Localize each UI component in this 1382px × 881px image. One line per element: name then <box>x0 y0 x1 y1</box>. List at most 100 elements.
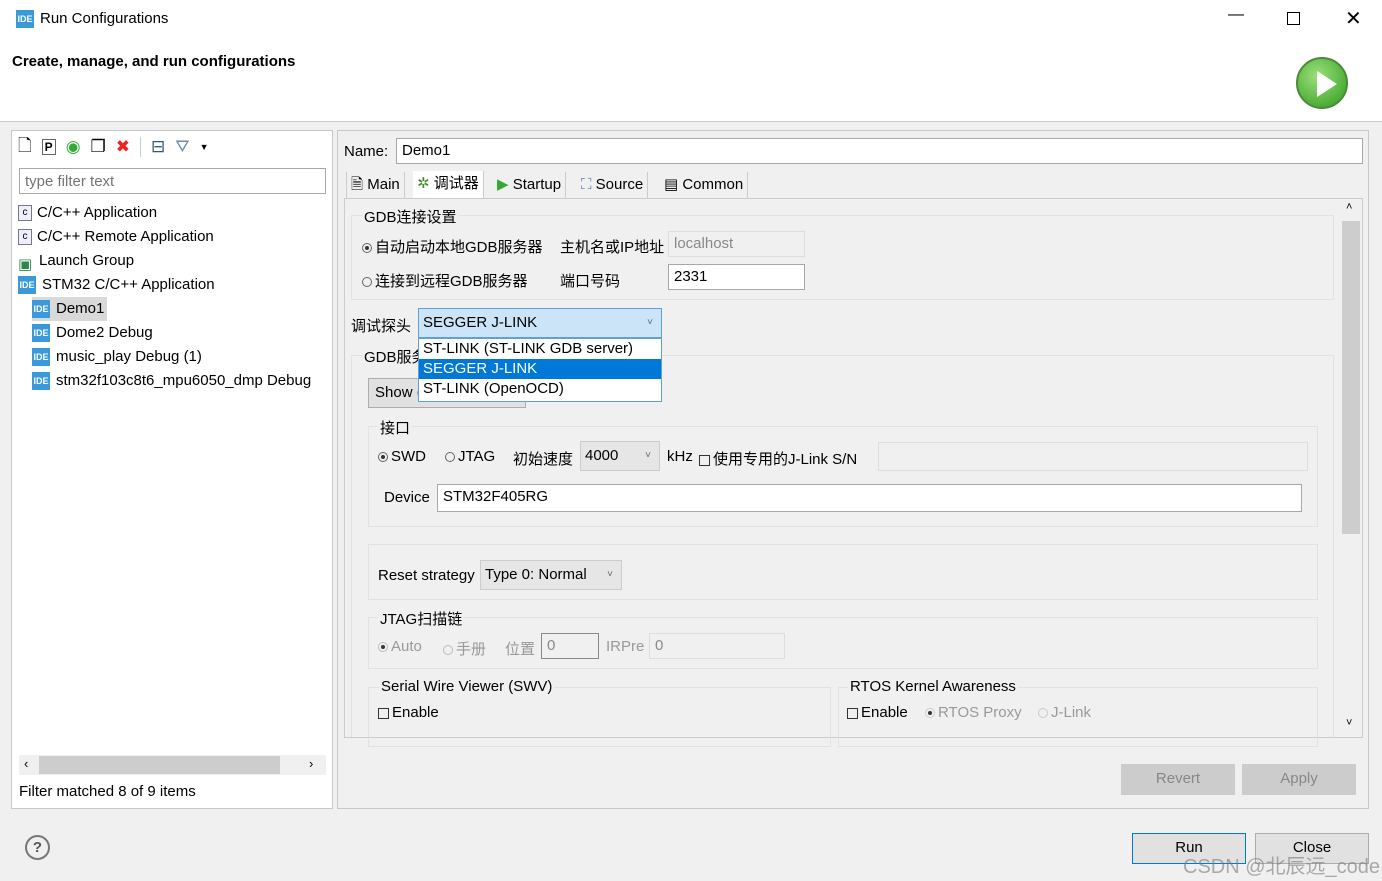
swv-enable-checkbox[interactable]: Enable <box>378 704 439 721</box>
scrollbar-thumb[interactable] <box>1342 221 1360 534</box>
launch-group-icon: ▣ <box>18 256 33 274</box>
interface-title: 接口 <box>378 417 413 438</box>
tab-common[interactable]: ▤ Common <box>660 172 749 198</box>
toolbar-divider <box>140 137 142 157</box>
position-label: 位置 <box>505 641 536 658</box>
apply-button[interactable]: Apply <box>1242 764 1356 795</box>
ide-icon: IDE <box>32 348 50 367</box>
tree-item[interactable]: IDE stm32f103c8t6_mpu6050_dmp Debug <box>32 369 311 393</box>
checkbox-icon <box>699 454 710 466</box>
chain-auto-radio[interactable]: Auto <box>378 638 422 655</box>
probe-dropdown-list: ST-LINK (ST-LINK GDB server) SEGGER J-LI… <box>418 338 662 402</box>
probe-option-selected[interactable]: SEGGER J-LINK <box>419 359 661 379</box>
close-icon[interactable]: ✕ <box>1345 6 1362 31</box>
name-label: Name: <box>344 143 389 160</box>
ide-icon: IDE <box>32 300 50 319</box>
irpre-label: IRPre <box>606 638 645 655</box>
rtos-proxy-radio[interactable]: RTOS Proxy <box>925 704 1022 721</box>
dialog-header: Create, manage, and run configurations <box>0 40 1382 122</box>
scroll-down-icon[interactable]: ˅ <box>1346 717 1352 729</box>
jlink-sn-checkbox[interactable]: 使用专用的J-Link S/N <box>699 448 857 469</box>
checkbox-icon <box>378 707 389 719</box>
collapse-all-icon[interactable]: ⊟ <box>151 137 165 157</box>
window-title: Run Configurations <box>40 10 169 27</box>
green-play-icon <box>1296 57 1348 109</box>
reset-select[interactable]: Type 0: Normal ˅ <box>480 560 622 590</box>
tree-item[interactable]: IDE music_play Debug (1) <box>32 345 202 369</box>
sidebar-toolbar: 🗋 P ◉ ❐ ✖ ⊟ ⛛ ▼ <box>18 135 208 159</box>
revert-button[interactable]: Revert <box>1121 764 1235 795</box>
irpre-input[interactable]: 0 <box>649 633 785 659</box>
tab-startup[interactable]: ▶ Startup <box>493 172 567 198</box>
radio-icon <box>925 708 935 719</box>
scroll-right-icon[interactable]: › <box>309 756 313 771</box>
new-config-icon[interactable]: 🗋 <box>18 133 32 162</box>
remote-gdb-radio[interactable]: 连接到远程GDB服务器 <box>362 270 528 291</box>
host-label: 主机名或IP地址 <box>560 239 665 256</box>
checkbox-icon <box>847 707 858 719</box>
source-icon: ⛶ <box>581 176 596 193</box>
maximize-icon[interactable] <box>1287 12 1300 25</box>
chevron-down-icon: ˅ <box>647 317 653 328</box>
help-icon[interactable]: ? <box>25 835 50 860</box>
chain-manual-radio[interactable]: 手册 <box>443 638 486 659</box>
jtag-radio[interactable]: JTAG <box>445 448 495 465</box>
scroll-left-icon[interactable]: ‹ <box>24 756 28 771</box>
c-app-icon: c <box>18 205 32 222</box>
gdb-connection-title: GDB连接设置 <box>362 206 459 227</box>
c-app-icon: c <box>18 229 32 246</box>
tab-debugger[interactable]: ✲ 调试器 <box>413 171 484 199</box>
filter-icon[interactable]: ⛛ <box>175 137 189 157</box>
scrollbar-thumb[interactable] <box>39 756 280 774</box>
probe-option[interactable]: ST-LINK (ST-LINK GDB server) <box>419 339 661 359</box>
delete-icon[interactable]: ✖ <box>116 137 130 157</box>
export-icon[interactable]: ◉ <box>66 137 81 157</box>
tree-item[interactable]: IDE STM32 C/C++ Application <box>18 273 215 297</box>
tab-main[interactable]: 🗎 Main <box>346 172 405 198</box>
position-spinner[interactable]: 0 <box>541 633 599 659</box>
ide-icon: IDE <box>18 276 36 295</box>
vertical-scrollbar[interactable]: ˄ ˅ <box>1341 199 1361 737</box>
tree-item[interactable]: IDE Demo1 <box>32 297 108 321</box>
chevron-down-icon: ˅ <box>645 450 651 461</box>
auto-gdb-radio[interactable]: 自动启动本地GDB服务器 <box>362 236 543 257</box>
rtos-jlink-radio[interactable]: J-Link <box>1038 704 1091 721</box>
content-bottom-edge <box>344 737 1363 739</box>
tree-item[interactable]: ▣ Launch Group <box>18 249 134 273</box>
app-icon: IDE <box>16 10 34 28</box>
probe-label: 调试探头 <box>351 318 412 335</box>
bug-icon: ✲ <box>417 175 434 192</box>
tree-item[interactable]: c C/C++ Application <box>18 201 157 225</box>
device-input[interactable]: STM32F405RG <box>437 484 1302 512</box>
speed-unit: kHz <box>667 448 693 465</box>
swd-radio[interactable]: SWD <box>378 448 426 465</box>
ide-icon: IDE <box>32 372 50 391</box>
probe-option[interactable]: ST-LINK (OpenOCD) <box>419 379 661 399</box>
speed-label: 初始速度 <box>513 451 574 468</box>
minimize-icon[interactable]: — <box>1228 6 1244 24</box>
radio-icon <box>362 277 372 288</box>
radio-icon <box>378 452 388 463</box>
host-input[interactable]: localhost <box>668 231 805 257</box>
filter-input[interactable] <box>19 168 326 194</box>
horizontal-scrollbar[interactable]: ‹ › <box>19 755 326 775</box>
rtos-enable-checkbox[interactable]: Enable <box>847 704 908 721</box>
port-input[interactable]: 2331 <box>668 264 805 290</box>
radio-icon <box>362 243 372 254</box>
tab-source[interactable]: ⛶ Source <box>577 172 649 198</box>
dropdown-arrow-icon[interactable]: ▼ <box>200 142 209 152</box>
tree-item[interactable]: IDE Dome2 Debug <box>32 321 153 345</box>
radio-icon <box>1038 708 1048 719</box>
tree-item[interactable]: c C/C++ Remote Application <box>18 225 214 249</box>
port-label: 端口号码 <box>560 273 621 290</box>
name-input[interactable]: Demo1 <box>396 138 1363 164</box>
main-tab-icon: 🗎 <box>351 176 368 193</box>
duplicate-icon[interactable]: ❐ <box>91 137 106 157</box>
new-prototype-icon[interactable]: P <box>41 139 56 155</box>
device-label: Device <box>384 489 430 506</box>
common-icon: ▤ <box>664 176 683 193</box>
scroll-up-icon[interactable]: ˄ <box>1346 201 1352 213</box>
probe-select[interactable]: SEGGER J-LINK ˅ <box>418 308 662 338</box>
jlink-sn-input[interactable] <box>878 442 1308 471</box>
speed-select[interactable]: 4000 ˅ <box>580 441 660 471</box>
